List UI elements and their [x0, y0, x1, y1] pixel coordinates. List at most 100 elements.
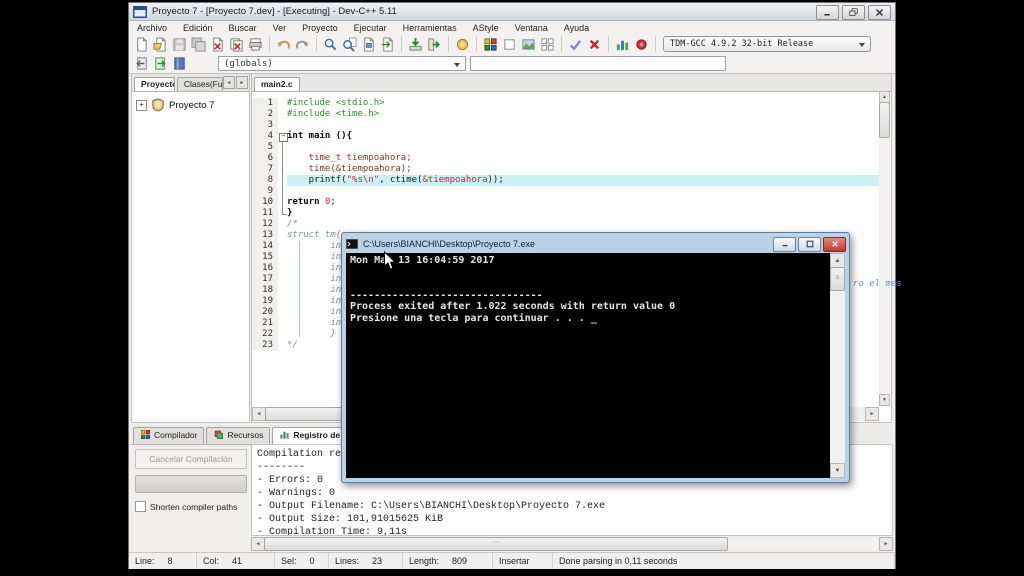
replace-icon[interactable]: [359, 35, 378, 53]
syntax-check-icon[interactable]: [566, 35, 585, 53]
menu-ayuda[interactable]: Ayuda: [556, 23, 597, 33]
undo-icon[interactable]: [274, 35, 293, 53]
log-horizontal-scrollbar[interactable]: ◄ ⋯ ►: [251, 537, 893, 551]
console-window[interactable]: C:\Users\BIANCHI\Desktop\Proyecto 7.exe …: [341, 232, 850, 483]
tab-scroll-left-icon[interactable]: ◄: [223, 76, 235, 89]
checkbox[interactable]: [135, 501, 146, 512]
line-number[interactable]: 22: [252, 329, 278, 340]
line-number[interactable]: 6: [252, 153, 278, 164]
profiling-options-icon[interactable]: [632, 35, 651, 53]
class-book-icon[interactable]: [170, 55, 189, 73]
close-file-icon[interactable]: [208, 35, 227, 53]
line-number[interactable]: 15: [252, 252, 278, 263]
compile-icon[interactable]: [406, 35, 425, 53]
minimize-button[interactable]: [816, 5, 839, 20]
console-maximize-button[interactable]: [798, 236, 821, 252]
line-number[interactable]: 11: [252, 208, 278, 219]
line-number[interactable]: 5: [252, 142, 278, 153]
restore-button[interactable]: [842, 5, 865, 20]
project-tree-item[interactable]: + Proyecto 7: [132, 92, 249, 118]
scrollbar-thumb[interactable]: ⋯: [264, 537, 729, 551]
compiler-dropdown[interactable]: TDM-GCC 4.9.2 32-bit Release: [663, 36, 871, 52]
line-number[interactable]: 20: [252, 307, 278, 318]
print-icon[interactable]: [246, 35, 265, 53]
project-colors-icon[interactable]: [481, 35, 500, 53]
comment-overflow-text: ro el mes: [853, 279, 902, 289]
tab-clasesfun[interactable]: Clases(Fun: [176, 77, 223, 91]
save-all-icon[interactable]: [189, 35, 208, 53]
debug-icon[interactable]: [453, 35, 472, 53]
line-number[interactable]: 23: [252, 340, 278, 351]
line-number[interactable]: 3: [252, 120, 278, 131]
forward-page-icon[interactable]: [151, 55, 170, 73]
scroll-left-icon[interactable]: ◄: [252, 407, 266, 421]
menu-proyecto[interactable]: Proyecto: [294, 23, 346, 33]
line-number[interactable]: 2: [252, 109, 278, 120]
line-number[interactable]: 8: [252, 175, 278, 186]
menu-edicion[interactable]: Edición: [175, 23, 221, 33]
close-button[interactable]: [868, 5, 891, 20]
editor-vertical-scrollbar[interactable]: ▲ ▼: [879, 91, 890, 406]
menu-ejecutar[interactable]: Ejecutar: [346, 23, 395, 33]
line-number[interactable]: 12: [252, 219, 278, 230]
line-number[interactable]: 7: [252, 164, 278, 175]
console-title-bar[interactable]: C:\Users\BIANCHI\Desktop\Proyecto 7.exe: [342, 233, 849, 253]
line-number[interactable]: 19: [252, 296, 278, 307]
tab-recursos[interactable]: Recursos: [206, 427, 271, 444]
line-number[interactable]: 10: [252, 197, 278, 208]
menu-archivo[interactable]: Archivo: [129, 23, 175, 33]
scroll-down-icon[interactable]: ▼: [879, 394, 890, 406]
tab-proyecto[interactable]: Proyecto: [134, 77, 175, 91]
line-number[interactable]: 18: [252, 285, 278, 296]
shorten-paths-option[interactable]: Shorten compiler paths: [135, 501, 247, 512]
find-next-icon[interactable]: [340, 35, 359, 53]
scroll-down-icon[interactable]: ▼: [830, 463, 845, 478]
console-minimize-button[interactable]: [773, 236, 796, 252]
tab-compilador[interactable]: Compilador: [133, 427, 205, 444]
redo-icon[interactable]: [293, 35, 312, 53]
member-dropdown[interactable]: [470, 56, 726, 71]
globals-dropdown-value: (globals): [224, 58, 273, 69]
scroll-right-icon[interactable]: ►: [865, 407, 879, 421]
editor-tab-main2c[interactable]: main2.c: [254, 77, 300, 91]
back-page-icon[interactable]: [132, 55, 151, 73]
console-scrollbar[interactable]: ▲ ≡ ▼: [830, 253, 845, 478]
menu-astyle[interactable]: AStyle: [465, 23, 507, 33]
new-template-icon[interactable]: [519, 35, 538, 53]
globals-dropdown[interactable]: (globals): [218, 56, 466, 71]
scrollbar-thumb[interactable]: ≡: [830, 267, 845, 291]
grid-outline-icon[interactable]: [538, 35, 557, 53]
menu-ver[interactable]: Ver: [265, 23, 295, 33]
scroll-right-icon[interactable]: ►: [879, 537, 893, 551]
find-icon[interactable]: [321, 35, 340, 53]
menu-buscar[interactable]: Buscar: [221, 23, 265, 33]
title-bar[interactable]: Proyecto 7 - [Proyecto 7.dev] - [Executi…: [129, 3, 895, 21]
open-file-icon[interactable]: [151, 35, 170, 53]
scrollbar-thumb[interactable]: [879, 102, 890, 138]
run-icon[interactable]: [425, 35, 444, 53]
close-all-icon[interactable]: [227, 35, 246, 53]
menu-ventana[interactable]: Ventana: [507, 23, 556, 33]
new-file-icon[interactable]: [132, 35, 151, 53]
abort-icon[interactable]: [585, 35, 604, 53]
scroll-left-icon[interactable]: ◄: [251, 537, 265, 551]
line-number[interactable]: 9: [252, 186, 278, 197]
console-close-button[interactable]: [823, 236, 846, 252]
line-number[interactable]: 21: [252, 318, 278, 329]
tab-scroll-right-icon[interactable]: ►: [236, 76, 248, 89]
line-number[interactable]: 4: [252, 131, 278, 142]
line-number[interactable]: 14: [252, 241, 278, 252]
goto-line-icon[interactable]: [378, 35, 397, 53]
new-source-icon[interactable]: [500, 35, 519, 53]
line-number[interactable]: 13: [252, 230, 278, 241]
save-icon[interactable]: [170, 35, 189, 53]
menu-herramientas[interactable]: Herramientas: [395, 23, 465, 33]
expand-icon[interactable]: +: [136, 99, 147, 111]
scroll-up-icon[interactable]: ▲: [830, 253, 845, 268]
line-number[interactable]: 16: [252, 263, 278, 274]
fold-toggle-icon[interactable]: −: [278, 131, 288, 142]
line-number[interactable]: 17: [252, 274, 278, 285]
profile-icon[interactable]: [613, 35, 632, 53]
cancel-compilation-button[interactable]: Cancelar Compilación: [135, 449, 247, 469]
line-number[interactable]: 1: [252, 98, 278, 109]
